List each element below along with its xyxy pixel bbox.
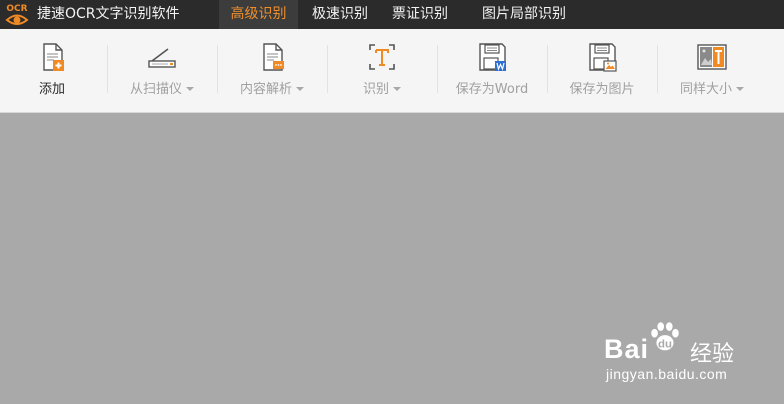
divider xyxy=(437,45,438,93)
watermark-paw-text: du xyxy=(658,338,672,350)
divider xyxy=(657,45,658,93)
dropdown-caret-icon xyxy=(736,87,744,91)
scanner-label-text: 从扫描仪 xyxy=(129,82,182,97)
save-as-word-label: 保存为Word xyxy=(455,82,529,97)
watermark-brand: Bai xyxy=(604,334,650,364)
tab-document-recognition[interactable]: 票证识别 xyxy=(380,0,460,29)
recognize-label: 识别 xyxy=(330,78,434,97)
watermark-url: jingyan.baidu.com xyxy=(606,366,728,382)
divider xyxy=(217,45,218,93)
content-parse-label-text: 内容解析 xyxy=(239,82,292,97)
save-as-image-button[interactable]: 保存为图片 xyxy=(550,29,654,112)
add-file-icon xyxy=(43,43,64,71)
app-title: 捷速OCR文字识别软件 xyxy=(37,6,180,22)
same-size-icon xyxy=(697,44,727,70)
same-size-button[interactable]: 同样大小 xyxy=(660,29,764,112)
title-bar: OCR 捷速OCR文字识别软件 高级识别 极速识别 票证识别 图片局部识别 xyxy=(0,0,784,29)
divider xyxy=(107,45,108,93)
content-parse-label: 内容解析 xyxy=(220,78,324,97)
divider xyxy=(547,45,548,93)
save-image-icon xyxy=(589,43,617,72)
add-button[interactable]: 添加 xyxy=(0,29,104,112)
toolbar: 添加 从扫描仪 内容解析 识别 保存为Word 保存为图片 同样大小 xyxy=(0,29,784,113)
same-size-label: 同样大小 xyxy=(660,78,764,97)
logo-text: OCR xyxy=(6,4,27,14)
divider xyxy=(327,45,328,93)
dropdown-caret-icon xyxy=(296,87,304,91)
same-size-label-text: 同样大小 xyxy=(679,82,732,97)
watermark-cn: 经验 xyxy=(690,342,735,367)
paw-icon: du xyxy=(651,322,679,350)
scanner-button[interactable]: 从扫描仪 xyxy=(110,29,214,112)
content-parse-button[interactable]: 内容解析 xyxy=(220,29,324,112)
dropdown-caret-icon xyxy=(186,87,194,91)
tab-image-partial-recognition[interactable]: 图片局部识别 xyxy=(466,0,582,29)
tab-fast-recognition[interactable]: 极速识别 xyxy=(300,0,380,29)
add-label: 添加 xyxy=(38,82,65,97)
save-word-icon xyxy=(479,43,506,71)
dropdown-caret-icon xyxy=(393,87,401,91)
scanner-label: 从扫描仪 xyxy=(110,78,214,97)
save-as-image-label: 保存为图片 xyxy=(569,82,635,97)
ocr-logo-icon: OCR xyxy=(5,4,29,25)
scanner-icon xyxy=(148,48,176,68)
recognize-label-text: 识别 xyxy=(362,82,389,97)
text-recognize-icon xyxy=(369,44,395,70)
baidu-jingyan-watermark: du Bai 经验 jingyan.baidu.com xyxy=(604,322,774,392)
recognize-button[interactable]: 识别 xyxy=(330,29,434,112)
parse-document-icon xyxy=(263,43,284,71)
save-as-word-button[interactable]: 保存为Word xyxy=(440,29,544,112)
tab-advanced-recognition[interactable]: 高级识别 xyxy=(219,0,298,29)
